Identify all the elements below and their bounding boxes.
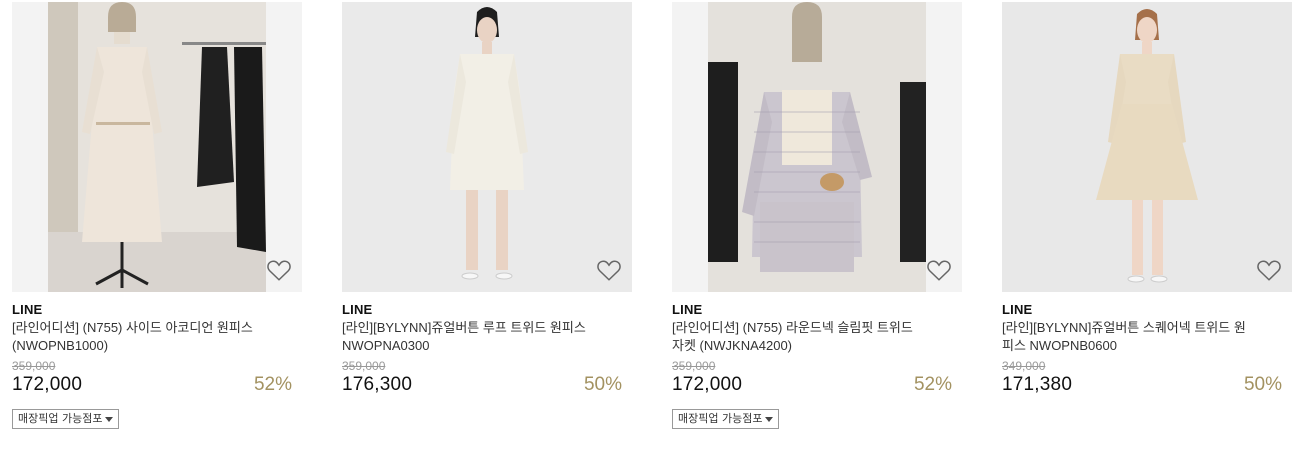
discount-rate: 52%: [253, 374, 292, 395]
sale-price: 176,300: [342, 374, 413, 395]
store-pickup-button[interactable]: 매장픽업 가능점포: [12, 409, 120, 429]
sale-price: 172,000: [672, 374, 743, 395]
discount-rate: 52%: [913, 374, 952, 395]
heart-outline-icon[interactable]: [596, 258, 622, 282]
original-price: 359,000: [342, 359, 386, 373]
original-price: 349,000: [1002, 359, 1046, 373]
product-name[interactable]: [라인][BYLYNN]쥬얼버튼 스퀘어넥 트위드 원피스 NWOPNB0600: [1002, 319, 1252, 355]
heart-outline-icon[interactable]: [266, 258, 292, 282]
brand-name: LINE: [342, 302, 373, 317]
heart-outline-icon[interactable]: [1256, 258, 1282, 282]
product-card[interactable]: LINE [라인어디션] (N755) 라운드넥 슬림핏 트위드 자켓 (NWJ…: [672, 2, 962, 457]
heart-outline-icon[interactable]: [926, 258, 952, 282]
discount-rate: 50%: [1243, 374, 1282, 395]
original-price: 359,000: [12, 359, 56, 373]
caret-down-icon: [765, 416, 774, 422]
product-grid: LINE [라인어디션] (N755) 사이드 아코디언 원피스 (NWOPNB…: [12, 2, 1302, 457]
discount-rate: 50%: [583, 374, 622, 395]
product-card[interactable]: LINE [라인어디션] (N755) 사이드 아코디언 원피스 (NWOPNB…: [12, 2, 302, 457]
sale-price: 171,380: [1002, 374, 1073, 395]
product-image[interactable]: [12, 2, 302, 292]
sale-price: 172,000: [12, 374, 83, 395]
product-image[interactable]: [342, 2, 632, 292]
store-pickup-button[interactable]: 매장픽업 가능점포: [672, 409, 780, 429]
product-image[interactable]: [1002, 2, 1292, 292]
brand-name: LINE: [12, 302, 43, 317]
caret-down-icon: [105, 416, 114, 422]
brand-name: LINE: [672, 302, 703, 317]
product-card[interactable]: LINE [라인][BYLYNN]쥬얼버튼 루프 트위드 원피스 NWOPNA0…: [342, 2, 632, 457]
store-pickup-label: 매장픽업 가능점포: [18, 412, 103, 425]
store-pickup-label: 매장픽업 가능점포: [678, 412, 763, 425]
original-price: 359,000: [672, 359, 716, 373]
product-name[interactable]: [라인어디션] (N755) 라운드넥 슬림핏 트위드 자켓 (NWJKNA42…: [672, 319, 922, 355]
product-name[interactable]: [라인][BYLYNN]쥬얼버튼 루프 트위드 원피스 NWOPNA0300: [342, 319, 592, 355]
product-image[interactable]: [672, 2, 962, 292]
product-card[interactable]: LINE [라인][BYLYNN]쥬얼버튼 스퀘어넥 트위드 원피스 NWOPN…: [1002, 2, 1292, 457]
product-name[interactable]: [라인어디션] (N755) 사이드 아코디언 원피스 (NWOPNB1000): [12, 319, 262, 355]
brand-name: LINE: [1002, 302, 1033, 317]
